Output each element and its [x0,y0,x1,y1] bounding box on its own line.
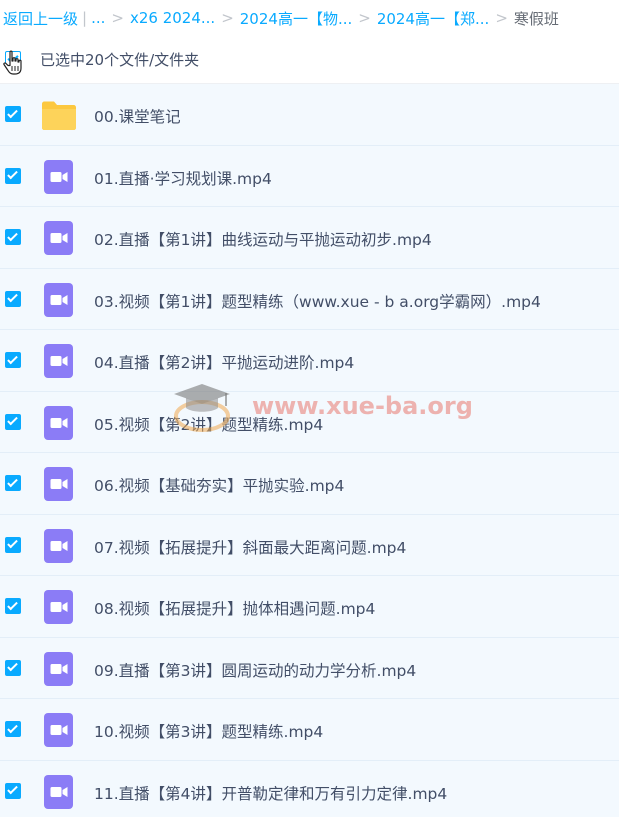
file-checkbox[interactable] [5,475,21,491]
chevron-right-icon: > [221,9,234,27]
file-row[interactable]: 07.视频【拓展提升】斜面最大距离问题.mp4 [0,514,619,576]
selection-bar: 已选中20个文件/文件夹 [0,36,619,84]
file-name[interactable]: 10.视频【第3讲】题型精练.mp4 [94,720,323,742]
file-checkbox[interactable] [5,782,21,799]
chevron-right-icon: > [111,9,124,27]
file-row[interactable]: 00.课堂笔记 [0,84,619,146]
file-checkbox[interactable] [5,229,21,245]
video-file-icon [41,590,77,624]
video-file-icon [41,282,77,317]
breadcrumb: 返回上一级 | ... > x26 2024... > 2024高一【物... … [0,0,619,36]
video-file-icon [41,774,77,809]
file-row[interactable]: 10.视频【第3讲】题型精练.mp4 [0,699,619,761]
file-name[interactable]: 00.课堂笔记 [94,105,181,127]
file-checkbox[interactable] [5,106,21,122]
video-file-icon [41,651,77,686]
file-row[interactable]: 04.直播【第2讲】平抛运动进阶.mp4 [0,330,619,392]
file-checkbox[interactable] [5,659,21,676]
chevron-right-icon: > [495,9,508,27]
video-file-icon [41,159,77,194]
file-row[interactable]: 03.视频【第1讲】题型精练（www.xue - b a.org学霸网）.mp4 [0,268,619,330]
file-checkbox[interactable] [5,536,21,553]
file-checkbox[interactable] [5,167,21,184]
file-name[interactable]: 09.直播【第3讲】圆周运动的动力学分析.mp4 [94,659,416,681]
file-row[interactable]: 02.直播【第1讲】曲线运动与平抛运动初步.mp4 [0,207,619,269]
file-row[interactable]: 11.直播【第4讲】开普勒定律和万有引力定律.mp4 [0,760,619,817]
file-name[interactable]: 02.直播【第1讲】曲线运动与平抛运动初步.mp4 [94,228,432,250]
file-row[interactable]: 05.视频【第2讲】题型精练.mp4 [0,391,619,453]
chevron-right-icon: > [358,9,371,27]
breadcrumb-item[interactable]: 2024高一【郑... [377,8,489,29]
file-row[interactable]: 08.视频【拓展提升】抛体相遇问题.mp4 [0,576,619,638]
breadcrumb-divider: | [82,9,88,27]
file-row[interactable]: 06.视频【基础夯实】平抛实验.mp4 [0,453,619,515]
file-checkbox[interactable] [5,598,21,614]
video-file-icon [41,467,77,501]
file-name[interactable]: 03.视频【第1讲】题型精练（www.xue - b a.org学霸网）.mp4 [94,290,541,312]
breadcrumb-item[interactable]: 2024高一【物... [240,8,352,29]
file-name[interactable]: 08.视频【拓展提升】抛体相遇问题.mp4 [94,597,375,619]
file-checkbox[interactable] [5,290,21,307]
video-file-icon [41,713,77,747]
file-name[interactable]: 04.直播【第2讲】平抛运动进阶.mp4 [94,351,354,373]
breadcrumb-current: 寒假班 [513,9,559,28]
file-checkbox[interactable] [5,352,21,368]
breadcrumb-ellipsis[interactable]: ... [91,9,105,27]
file-list: 00.课堂笔记 01.直播·学习规划课.mp4 02.直播【第1讲】曲线运动与平抛运… [0,84,619,817]
file-row[interactable]: 09.直播【第3讲】圆周运动的动力学分析.mp4 [0,637,619,699]
file-name[interactable]: 06.视频【基础夯实】平抛实验.mp4 [94,474,344,496]
file-name[interactable]: 01.直播·学习规划课.mp4 [94,167,272,189]
selection-summary: 已选中20个文件/文件夹 [40,51,200,69]
hand-cursor-icon [3,50,22,75]
video-file-icon [41,221,77,255]
video-file-icon [41,344,77,378]
file-checkbox[interactable] [5,721,21,737]
folder-icon [41,98,77,132]
video-file-icon [41,528,77,563]
file-name[interactable]: 05.视频【第2讲】题型精练.mp4 [94,413,323,435]
video-file-icon [41,405,77,440]
back-link[interactable]: 返回上一级 [3,8,78,29]
breadcrumb-item[interactable]: x26 2024... [130,9,215,27]
file-name[interactable]: 07.视频【拓展提升】斜面最大距离问题.mp4 [94,536,406,558]
file-name[interactable]: 11.直播【第4讲】开普勒定律和万有引力定律.mp4 [94,782,447,804]
file-checkbox[interactable] [5,413,21,430]
file-row[interactable]: 01.直播·学习规划课.mp4 [0,145,619,207]
